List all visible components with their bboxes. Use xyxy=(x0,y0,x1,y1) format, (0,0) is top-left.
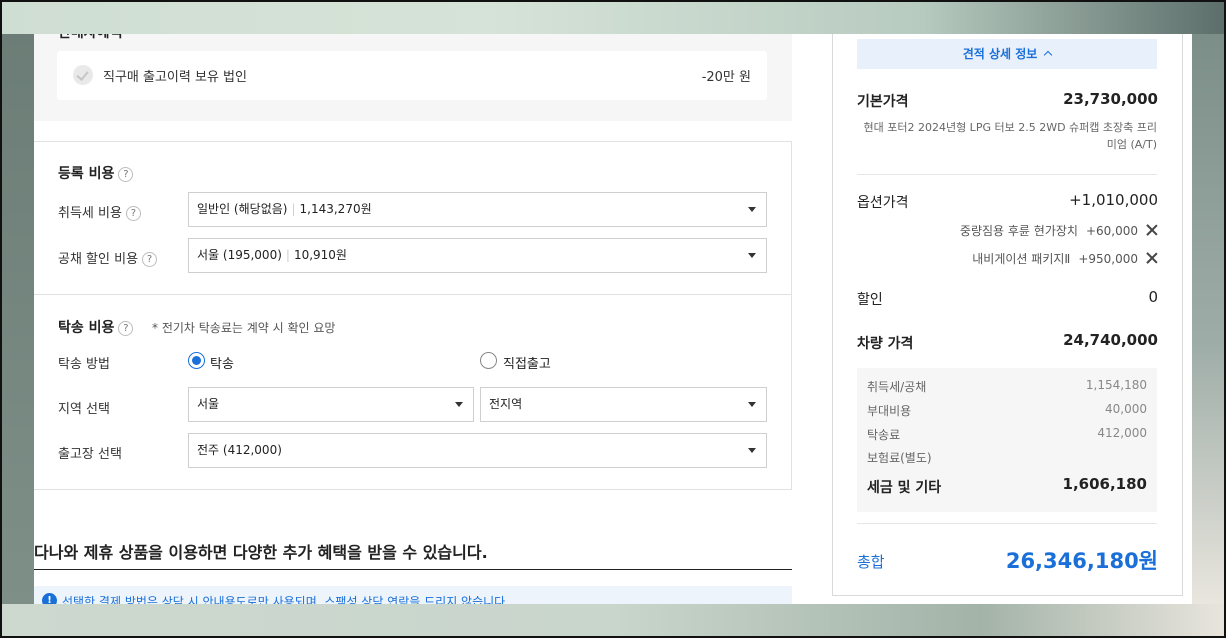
help-icon[interactable]: ? xyxy=(118,321,134,336)
radio-direct-label[interactable]: 직접출고 xyxy=(503,353,551,372)
radio-delivery[interactable] xyxy=(188,352,205,369)
registration-title: 등록 비용? xyxy=(58,163,134,183)
region-district-select[interactable]: 전지역 xyxy=(480,387,767,422)
grand-total-value: 26,346,180원 xyxy=(1005,549,1158,573)
tax-item-label: 부대비용 xyxy=(867,404,912,418)
delivery-title-text: 탁송 비용 xyxy=(58,320,115,336)
close-icon[interactable] xyxy=(1146,224,1158,236)
divider xyxy=(857,174,1157,175)
bond-option: 서울 (195,000) xyxy=(197,248,282,262)
delivery-title: 탁송 비용? xyxy=(58,317,134,337)
caret-down-icon xyxy=(748,402,756,407)
depot-label: 출고장 선택 xyxy=(58,447,122,462)
chevron-up-icon xyxy=(1044,50,1053,60)
quote-summary-panel: 견적 상세 정보 기본가격 23,730,000 현대 포터2 2024년형 L… xyxy=(832,34,1183,596)
caret-down-icon xyxy=(748,253,756,258)
tax-breakdown: 취득세/공채 1,154,180 부대비용 40,000 탁송료 412,000… xyxy=(857,368,1157,512)
delivery-section: 탁송 비용? * 전기차 탁송료는 계약 시 확인 요망 탁송 방법 탁송 직접… xyxy=(34,294,792,490)
registration-section: 등록 비용? 취득세 비용? 일반인 (해당없음) | 1,143,270원 공채 … xyxy=(34,141,792,295)
close-icon[interactable] xyxy=(1146,252,1158,264)
quote-detail-label: 견적 상세 정보 xyxy=(962,47,1038,61)
divider xyxy=(857,523,1157,524)
registration-title-text: 등록 비용 xyxy=(58,166,115,182)
benefit-section: 판매자혜택 직구매 출고이력 보유 법인 -20만 원 xyxy=(34,34,792,121)
background-left xyxy=(0,34,34,604)
benefit-title: 판매자혜택 xyxy=(58,34,122,42)
depot-select[interactable]: 전주 (412,000) xyxy=(188,433,767,468)
option-price-label: 옵션가격 xyxy=(857,195,909,211)
info-icon: ! xyxy=(42,593,57,604)
background-top xyxy=(0,0,1226,34)
separator: | xyxy=(285,248,290,262)
acq-tax-amount: 1,143,270원 xyxy=(299,202,372,216)
info-bar: ! 선택한 결제 방법은 상담 시 안내용도로만 사용되며, 스팸성 상담 연락… xyxy=(34,586,792,604)
base-price-label: 기본가격 xyxy=(857,94,909,110)
option-item: 중량짐용 후륜 현가장치 +60,000 xyxy=(960,222,1158,239)
option-item-price: +60,000 xyxy=(1085,224,1138,238)
acq-tax-label: 취득세 비용? xyxy=(58,202,141,221)
acq-tax-label-text: 취득세 비용 xyxy=(58,206,122,221)
background-right xyxy=(1192,34,1226,604)
region-city-select[interactable]: 서울 xyxy=(188,387,474,422)
acq-tax-option: 일반인 (해당없음) xyxy=(197,202,288,216)
radio-delivery-label[interactable]: 탁송 xyxy=(210,353,234,372)
tax-item-label: 보험료(별도) xyxy=(867,451,932,465)
tax-total-label: 세금 및 기타 xyxy=(867,480,942,496)
option-item-name: 내비게이션 패키지Ⅱ xyxy=(972,252,1071,266)
bond-label: 공채 할인 비용? xyxy=(58,248,158,267)
depot-value: 전주 (412,000) xyxy=(197,443,282,457)
option-item-price: +950,000 xyxy=(1078,252,1138,266)
grand-total-label: 총합 xyxy=(857,553,885,571)
help-icon[interactable]: ? xyxy=(118,167,134,182)
separator: | xyxy=(291,202,296,216)
promo-title: 다나와 제휴 상품을 이용하면 다양한 추가 혜택을 받을 수 있습니다. xyxy=(34,543,488,562)
promo-divider xyxy=(34,569,792,570)
caret-down-icon xyxy=(748,448,756,453)
tax-item-label: 탁송료 xyxy=(867,428,901,442)
discount-label: 할인 xyxy=(857,292,883,308)
quote-page: 판매자혜택 직구매 출고이력 보유 법인 -20만 원 등록 비용? 취득세 비… xyxy=(34,34,1192,604)
bond-label-text: 공채 할인 비용 xyxy=(58,252,139,267)
acq-tax-select[interactable]: 일반인 (해당없음) | 1,143,270원 xyxy=(188,192,767,227)
caret-down-icon xyxy=(748,207,756,212)
caret-down-icon xyxy=(455,402,463,407)
tax-total-value: 1,606,180 xyxy=(1062,475,1147,493)
background-bottom xyxy=(0,604,1226,638)
method-label: 탁송 방법 xyxy=(58,357,110,372)
model-description: 현대 포터2 2024년형 LPG 터보 2.5 2WD 슈퍼캡 초장축 프리미… xyxy=(863,121,1157,151)
info-text: 선택한 결제 방법은 상담 시 안내용도로만 사용되며, 스팸성 상담 연락을 … xyxy=(62,595,510,604)
help-icon[interactable]: ? xyxy=(142,252,158,267)
quote-detail-toggle-button[interactable]: 견적 상세 정보 xyxy=(857,39,1157,69)
vehicle-price-value: 24,740,000 xyxy=(1063,331,1158,349)
delivery-note: * 전기차 탁송료는 계약 시 확인 요망 xyxy=(152,321,336,335)
vehicle-price-label: 차량 가격 xyxy=(857,336,914,352)
option-price-value: +1,010,000 xyxy=(1069,191,1158,209)
option-item-name: 중량짐용 후륜 현가장치 xyxy=(959,224,1078,238)
bond-amount: 10,910원 xyxy=(293,248,347,262)
help-icon[interactable]: ? xyxy=(125,206,141,221)
tax-item-value: 40,000 xyxy=(1105,402,1147,416)
region-district-value: 전지역 xyxy=(489,397,523,411)
base-price-value: 23,730,000 xyxy=(1063,90,1158,108)
discount-value: 0 xyxy=(1148,288,1158,306)
radio-direct[interactable] xyxy=(480,352,497,369)
check-icon[interactable] xyxy=(73,65,93,85)
region-label: 지역 선택 xyxy=(58,402,110,417)
tax-item-label: 취득세/공채 xyxy=(867,380,927,394)
benefit-item-value: -20만 원 xyxy=(701,70,751,85)
region-city-value: 서울 xyxy=(197,397,220,411)
option-item: 내비게이션 패키지Ⅱ +950,000 xyxy=(972,250,1158,267)
benefit-item-label: 직구매 출고이력 보유 법인 xyxy=(103,70,247,85)
bond-select[interactable]: 서울 (195,000) | 10,910원 xyxy=(188,238,767,273)
tax-item-value: 1,154,180 xyxy=(1085,378,1147,392)
benefit-item[interactable]: 직구매 출고이력 보유 법인 -20만 원 xyxy=(57,51,767,100)
tax-item-value: 412,000 xyxy=(1097,426,1147,440)
